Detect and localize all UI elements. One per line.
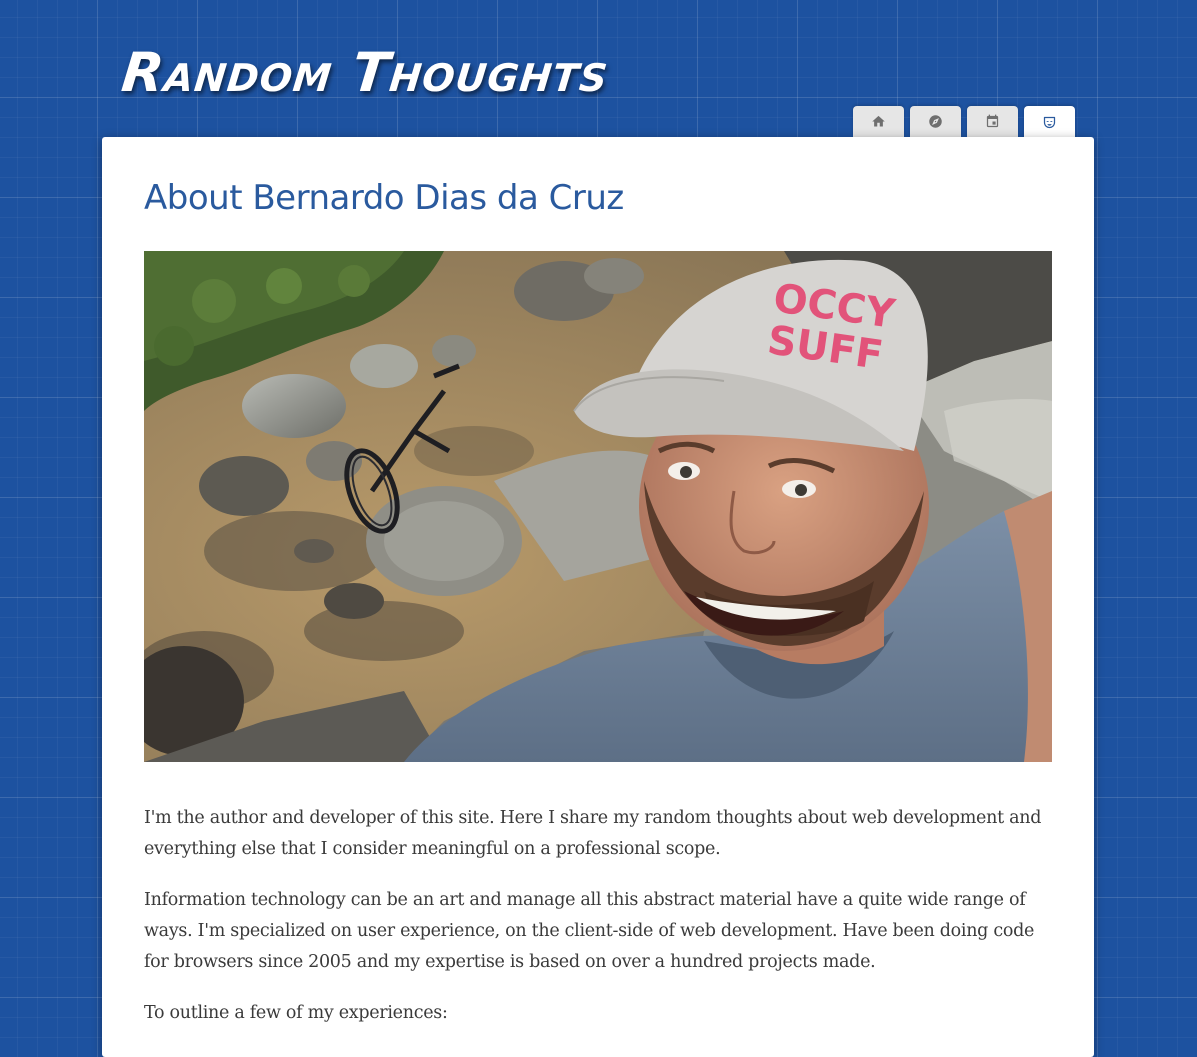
content-card: About Bernardo Dias da Cruz OCCY SUFF I'… [102, 137, 1094, 1057]
main-nav [853, 106, 1075, 139]
mask-icon [1043, 116, 1056, 129]
paragraph-intro: I'm the author and developer of this sit… [144, 808, 1042, 859]
calendar-icon [986, 114, 999, 128]
paragraph-specialization: Information technology can be an art and… [144, 890, 1035, 972]
home-icon [872, 115, 885, 127]
profile-photo: OCCY SUFF [144, 251, 1052, 762]
nav-tab-home[interactable] [853, 106, 904, 137]
about-content: I'm the author and developer of this sit… [144, 803, 1054, 1049]
paragraph-outline: To outline a few of my experiences: [144, 1003, 448, 1023]
page-title: About Bernardo Dias da Cruz [144, 178, 624, 218]
compass-icon [929, 115, 942, 128]
nav-tab-calendar[interactable] [967, 106, 1018, 137]
nav-tab-explore[interactable] [910, 106, 961, 137]
site-title[interactable]: Random Thoughts [118, 38, 612, 108]
nav-tab-about[interactable] [1024, 106, 1075, 139]
